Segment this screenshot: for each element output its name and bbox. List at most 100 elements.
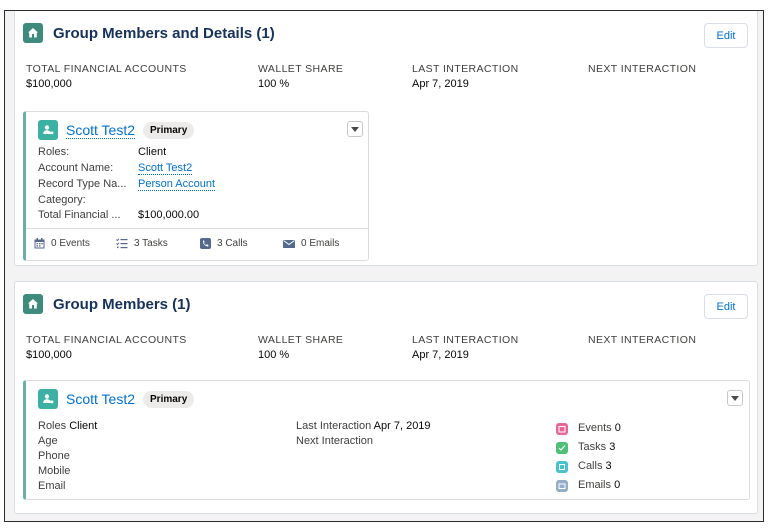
primary-badge: Primary [143,390,195,408]
event-icon [556,422,568,435]
member-card-header: Scott Test2 Primary [38,389,195,409]
calls-summary[interactable]: 3 Calls [200,238,248,249]
section-title: Group Members (1) [53,295,191,313]
events-activity[interactable]: Events 0 [556,419,621,438]
section-title: Group Members and Details (1) [53,24,275,42]
page-frame: Group Members and Details (1) Edit TOTAL… [4,10,764,522]
stat-label: NEXT INTERACTION [588,63,697,75]
member-card-header: Scott Test2 Primary [38,120,195,140]
stat-label: TOTAL FINANCIAL ACCOUNTS [26,334,187,346]
events-summary[interactable]: 0 Events [34,238,90,249]
calls-label: Calls [578,460,603,472]
field-total-financial: Total Financial ... $100,000.00 [38,209,199,221]
section-header: Group Members (1) [23,294,191,314]
call-icon [556,460,568,473]
stat-label: WALLET SHARE [258,63,344,75]
summary-stats: TOTAL FINANCIAL ACCOUNTS $100,000 WALLET… [15,334,757,364]
emails-count-label: 0 Emails [301,238,340,249]
calendar-icon [34,238,45,249]
field-category: Category: [38,194,86,206]
member-name-link[interactable]: Scott Test2 [66,122,136,139]
roles-value: Client [69,420,98,432]
last-interaction-value: Apr 7, 2019 [373,420,431,432]
email-label: Email [38,480,66,492]
stat-label: WALLET SHARE [258,334,344,346]
age-label: Age [38,435,58,447]
member-card: Scott Test2 Primary Roles Client Age Pho… [23,380,750,500]
roles-row: Roles Client [38,419,97,434]
group-members-details-section: Group Members and Details (1) Edit TOTAL… [14,11,758,266]
tasks-summary[interactable]: 3 Tasks [116,238,168,249]
last-interaction-label: Last Interaction [296,420,372,432]
email-icon [283,239,295,248]
emails-activity[interactable]: Emails 0 [556,476,621,495]
activity-summary: Events 0 Tasks 3 Calls 3 Emails 0 [556,419,621,495]
tasks-activity[interactable]: Tasks 3 [556,438,621,457]
events-count-label: 0 Events [51,238,90,249]
activity-footer: 0 Events 3 Tasks 3 Calls 0 Emails [26,228,368,260]
task-icon [556,441,568,454]
stat-last-interaction: LAST INTERACTION Apr 7, 2019 [412,63,519,90]
events-label: Events [578,422,612,434]
calls-count-label: 3 Calls [217,238,248,249]
phone-label: Phone [38,450,70,462]
stat-wallet-share: WALLET SHARE 100 % [258,63,343,90]
stat-total-financial-accounts: TOTAL FINANCIAL ACCOUNTS $100,000 [26,63,187,90]
chevron-down-icon [731,395,739,401]
field-label: Account Name: [38,162,114,174]
field-value: Client [138,146,167,158]
stat-next-interaction: NEXT INTERACTION [588,63,696,78]
edit-button[interactable]: Edit [704,294,748,319]
card-actions-dropdown[interactable] [727,390,743,406]
section-header: Group Members and Details (1) [23,23,275,43]
emails-value: 0 [614,479,621,491]
email-icon [556,479,568,492]
stat-total-financial-accounts: TOTAL FINANCIAL ACCOUNTS $100,000 [26,334,187,361]
last-interaction-row: Last Interaction Apr 7, 2019 [296,419,431,434]
stat-value: $100,000 [26,78,72,90]
field-label: Roles: [38,146,70,158]
phone-icon [200,238,211,249]
stat-value: 100 % [258,349,290,361]
stat-next-interaction: NEXT INTERACTION [588,334,696,349]
calls-value: 3 [605,460,612,472]
edit-button[interactable]: Edit [704,23,748,48]
member-details: Roles Client Age Phone Mobile Email [38,419,97,494]
field-label: Record Type Na... [38,178,127,190]
roles-label: Roles [38,420,67,432]
member-card: Scott Test2 Primary Roles: Client Accoun… [23,111,369,261]
field-roles: Roles: Client [38,146,166,158]
stat-wallet-share: WALLET SHARE 100 % [258,334,343,361]
task-list-icon [116,238,128,249]
stat-value: Apr 7, 2019 [412,78,469,90]
interaction-details: Last Interaction Apr 7, 2019 Next Intera… [296,419,431,449]
primary-badge: Primary [143,121,195,139]
person-account-icon [38,389,58,409]
stat-label: LAST INTERACTION [412,334,519,346]
account-name-link[interactable]: Scott Test2 [138,162,193,175]
tasks-count-label: 3 Tasks [134,238,168,249]
stat-value: 100 % [258,78,290,90]
stat-label: NEXT INTERACTION [588,334,697,346]
summary-stats: TOTAL FINANCIAL ACCOUNTS $100,000 WALLET… [15,63,757,93]
calls-activity[interactable]: Calls 3 [556,457,621,476]
field-label: Category: [38,194,86,206]
chevron-down-icon [351,126,359,132]
next-interaction-label: Next Interaction [296,435,374,447]
record-type-link[interactable]: Person Account [138,178,216,191]
events-value: 0 [614,422,621,434]
emails-summary[interactable]: 0 Emails [283,238,339,249]
field-value: $100,000.00 [138,209,200,221]
stat-value: Apr 7, 2019 [412,349,469,361]
member-name-link[interactable]: Scott Test2 [66,391,135,407]
stat-label: TOTAL FINANCIAL ACCOUNTS [26,63,187,75]
household-icon [23,23,43,43]
field-record-type: Record Type Na... Person Account [38,178,216,191]
household-icon [23,294,43,314]
person-account-icon [38,120,58,140]
mobile-label: Mobile [38,465,71,477]
card-actions-dropdown[interactable] [347,121,363,137]
stat-value: $100,000 [26,349,72,361]
field-account-name: Account Name: Scott Test2 [38,162,193,175]
stat-last-interaction: LAST INTERACTION Apr 7, 2019 [412,334,519,361]
